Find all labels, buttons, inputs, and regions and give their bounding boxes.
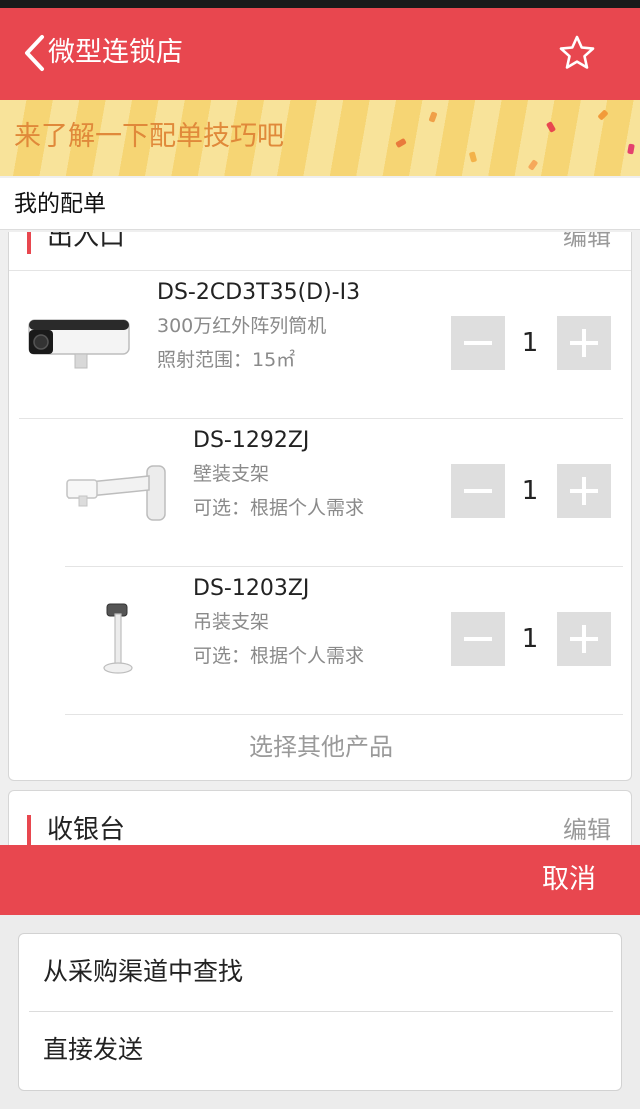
section-marker bbox=[27, 232, 31, 254]
header: 微型连锁店 bbox=[0, 8, 640, 100]
product-item: DS-2CD3T35(D)-I3 300万红外阵列筒机 照射范围：15㎡ 1 bbox=[9, 270, 631, 418]
option-label: 从采购渠道中查找 bbox=[43, 957, 244, 986]
section-title: 出入口 bbox=[47, 232, 126, 252]
product-item: DS-1292ZJ 壁装支架 可选：根据个人需求 1 bbox=[9, 418, 631, 566]
find-in-procurement-option[interactable]: 从采购渠道中查找 bbox=[19, 934, 621, 1012]
product-model: DS-1292ZJ bbox=[193, 428, 310, 453]
status-bar bbox=[0, 0, 640, 8]
product-description: 壁装支架 bbox=[193, 463, 270, 485]
decrease-quantity-button[interactable] bbox=[451, 464, 505, 518]
increase-quantity-button[interactable] bbox=[557, 612, 611, 666]
ceiling-mount-bracket-image bbox=[103, 603, 133, 674]
banner-text: 来了解一下配单技巧吧 bbox=[14, 121, 284, 152]
action-sheet: 从采购渠道中查找 直接发送 bbox=[0, 915, 640, 1109]
product-note: 照射范围：15㎡ bbox=[157, 349, 296, 371]
confetti-decoration bbox=[545, 121, 557, 133]
star-icon[interactable] bbox=[558, 34, 596, 72]
decrease-quantity-button[interactable] bbox=[451, 316, 505, 370]
edit-button[interactable]: 编辑 bbox=[563, 813, 611, 847]
section-marker bbox=[27, 815, 31, 845]
quantity-value: 1 bbox=[521, 624, 539, 654]
section-entrance-card: 出入口 编辑 DS-2CD3T35(D)-I3 300万红外阵列筒机 照射范围：… bbox=[8, 232, 632, 781]
action-sheet-options: 从采购渠道中查找 直接发送 bbox=[18, 933, 622, 1091]
choose-other-products-button[interactable]: 选择其他产品 bbox=[9, 730, 631, 764]
my-order-label: 我的配单 bbox=[14, 191, 106, 217]
product-item: DS-1203ZJ 吊装支架 可选：根据个人需求 1 bbox=[9, 566, 631, 714]
quantity-value: 1 bbox=[521, 476, 539, 506]
product-model: DS-2CD3T35(D)-I3 bbox=[157, 280, 361, 305]
confetti-decoration bbox=[527, 159, 539, 171]
confetti-decoration bbox=[627, 143, 635, 155]
back-icon[interactable] bbox=[22, 34, 48, 72]
section-title: 收银台 bbox=[47, 815, 126, 845]
send-directly-option[interactable]: 直接发送 bbox=[19, 1012, 621, 1090]
confetti-decoration bbox=[468, 151, 478, 163]
increase-quantity-button[interactable] bbox=[557, 316, 611, 370]
increase-quantity-button[interactable] bbox=[557, 464, 611, 518]
product-note: 可选：根据个人需求 bbox=[193, 497, 365, 519]
divider bbox=[65, 714, 623, 715]
my-order-bar: 我的配单 bbox=[0, 178, 640, 230]
product-description: 300万红外阵列筒机 bbox=[157, 315, 327, 337]
confetti-decoration bbox=[395, 137, 407, 149]
confetti-decoration bbox=[597, 109, 609, 121]
product-model: DS-1203ZJ bbox=[193, 576, 310, 601]
cancel-button[interactable]: 取消 bbox=[542, 861, 596, 899]
product-description: 吊装支架 bbox=[193, 611, 270, 633]
bullet-camera-image bbox=[28, 319, 130, 369]
action-sheet-header: 取消 bbox=[0, 845, 640, 915]
tips-banner[interactable]: 来了解一下配单技巧吧 bbox=[0, 100, 640, 176]
page-title: 微型连锁店 bbox=[48, 37, 183, 68]
wall-mount-bracket-image bbox=[66, 465, 166, 521]
confetti-decoration bbox=[428, 111, 438, 123]
page: 微型连锁店 来了解一下配单技巧吧 我的配单 出入口 编辑 DS-2CD3T35(… bbox=[0, 0, 640, 1109]
option-label: 直接发送 bbox=[43, 1035, 144, 1064]
product-note: 可选：根据个人需求 bbox=[193, 645, 365, 667]
edit-button[interactable]: 编辑 bbox=[563, 232, 611, 254]
decrease-quantity-button[interactable] bbox=[451, 612, 505, 666]
quantity-value: 1 bbox=[521, 328, 539, 358]
